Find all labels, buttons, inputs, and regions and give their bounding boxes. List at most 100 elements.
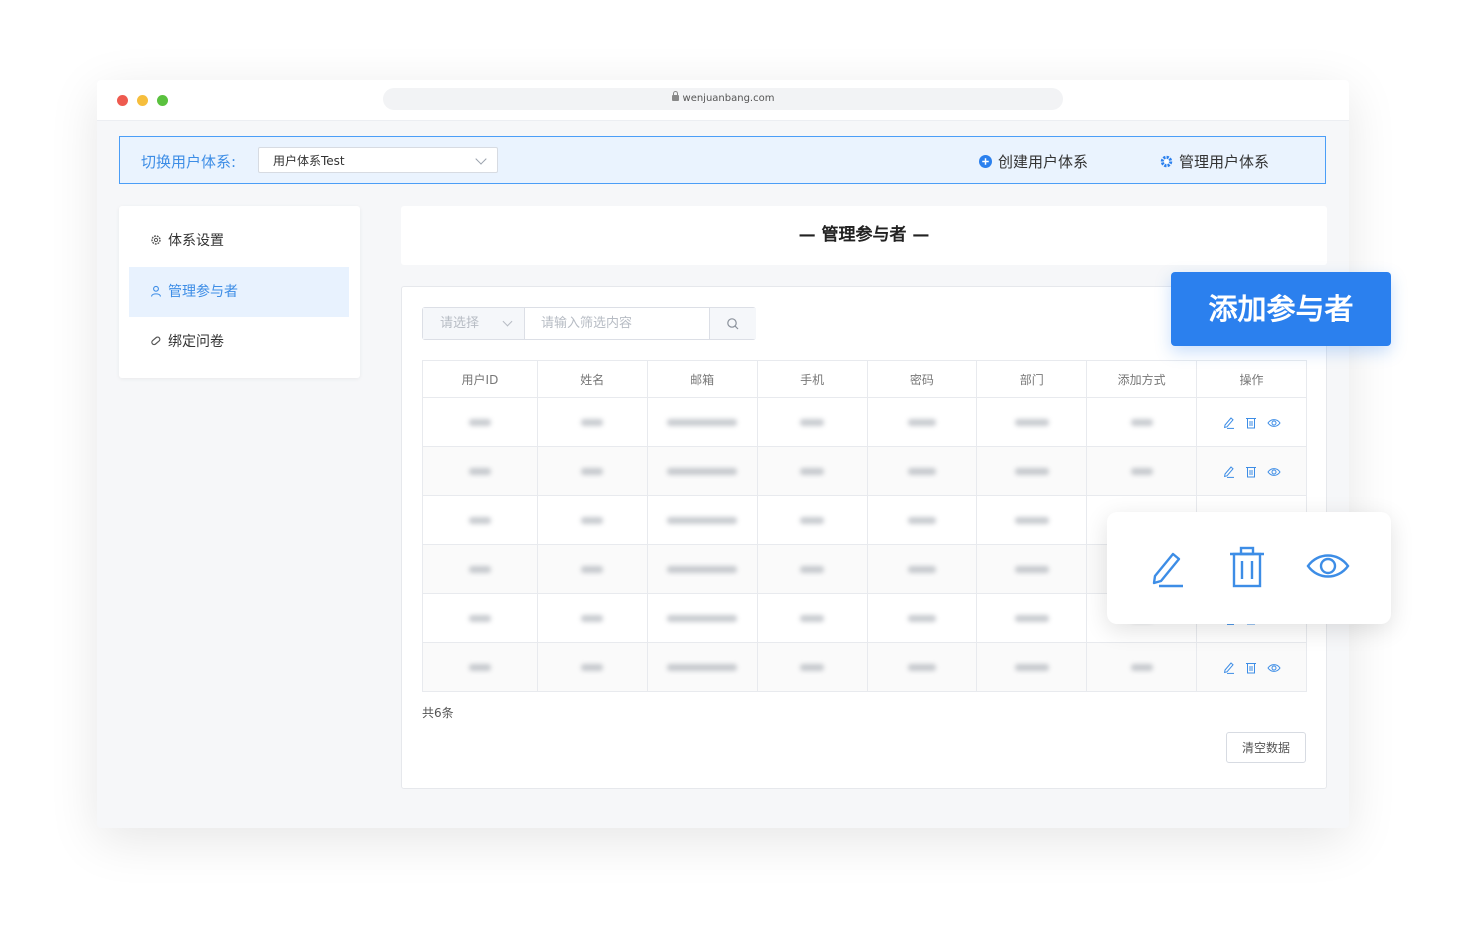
redacted-cell: [756, 544, 868, 594]
redacted-value: [800, 419, 825, 426]
redacted-cell: [646, 397, 758, 447]
redacted-value: [667, 517, 738, 524]
sidebar-item-label: 体系设置: [168, 233, 224, 249]
redacted-cell: [756, 495, 868, 545]
redacted-cell: [422, 397, 538, 447]
redacted-value: [468, 517, 491, 524]
row-actions: [1196, 397, 1307, 447]
redacted-cell: [646, 495, 758, 545]
search-button[interactable]: [709, 308, 756, 339]
redacted-value: [667, 664, 738, 671]
redacted-value: [1014, 664, 1049, 671]
user-icon: [150, 285, 162, 297]
redacted-value: [581, 566, 604, 573]
trash-icon[interactable]: [1245, 661, 1257, 674]
column-header[interactable]: 手机: [756, 360, 868, 398]
redacted-value: [468, 566, 491, 573]
trash-icon[interactable]: [1245, 416, 1257, 429]
redacted-value: [1130, 419, 1153, 426]
redacted-cell: [536, 446, 648, 496]
filter-field-select[interactable]: 请选择: [423, 308, 525, 339]
table-row: [422, 397, 1307, 447]
trash-icon[interactable]: [1245, 465, 1257, 478]
total-count: 共6条: [422, 706, 454, 720]
redacted-value: [1014, 615, 1049, 622]
redacted-value: [907, 468, 936, 475]
redacted-cell: [422, 593, 538, 643]
redacted-cell: [1086, 446, 1198, 496]
gear-icon: [151, 235, 161, 245]
redacted-cell: [976, 397, 1088, 447]
url-text: wenjuanbang.com: [682, 93, 775, 104]
sidebar-item-participants[interactable]: 管理参与者: [129, 267, 349, 317]
column-header[interactable]: 用户ID: [422, 360, 538, 398]
redacted-value: [1014, 517, 1049, 524]
redacted-value: [907, 566, 936, 573]
clear-data-button[interactable]: 清空数据: [1226, 732, 1306, 763]
column-header[interactable]: 邮箱: [646, 360, 758, 398]
filter-select-placeholder: 请选择: [440, 316, 480, 331]
system-select-value: 用户体系Test: [273, 154, 345, 168]
redacted-cell: [422, 642, 538, 692]
redacted-cell: [756, 593, 868, 643]
redacted-cell: [756, 397, 868, 447]
row-actions: [1196, 642, 1307, 692]
redacted-cell: [976, 495, 1088, 545]
redacted-cell: [866, 495, 978, 545]
trash-icon[interactable]: [1227, 546, 1267, 588]
redacted-value: [667, 468, 738, 475]
gear-icon: [1160, 155, 1173, 168]
redacted-value: [581, 664, 604, 671]
plus-circle-icon: [979, 155, 992, 168]
edit-icon[interactable]: [1147, 546, 1187, 588]
redacted-cell: [976, 593, 1088, 643]
manage-system-label: 管理用户体系: [1179, 153, 1270, 171]
redacted-cell: [756, 446, 868, 496]
redacted-value: [907, 615, 936, 622]
address-bar[interactable]: wenjuanbang.com: [383, 88, 1063, 110]
column-header[interactable]: 添加方式: [1086, 360, 1198, 398]
chevron-down-icon: [475, 153, 487, 165]
column-header[interactable]: 部门: [976, 360, 1088, 398]
redacted-value: [1014, 419, 1049, 426]
redacted-value: [1014, 566, 1049, 573]
close-window-dot[interactable]: [117, 95, 128, 106]
redacted-value: [667, 615, 738, 622]
paperclip-icon: [151, 336, 161, 346]
minimize-window-dot[interactable]: [137, 95, 148, 106]
edit-icon[interactable]: [1223, 416, 1235, 429]
redacted-value: [907, 664, 936, 671]
redacted-value: [800, 664, 825, 671]
create-system-button[interactable]: 创建用户体系: [979, 151, 1088, 172]
redacted-cell: [646, 446, 758, 496]
system-select[interactable]: 用户体系Test: [258, 147, 498, 173]
redacted-value: [667, 566, 738, 573]
eye-icon[interactable]: [1266, 417, 1281, 429]
redacted-cell: [976, 446, 1088, 496]
eye-icon[interactable]: [1266, 662, 1281, 674]
redacted-cell: [422, 544, 538, 594]
redacted-value: [800, 517, 825, 524]
edit-icon[interactable]: [1223, 465, 1235, 478]
sidebar-item-label: 绑定问卷: [168, 334, 224, 350]
maximize-window-dot[interactable]: [157, 95, 168, 106]
column-header[interactable]: 密码: [866, 360, 978, 398]
manage-system-button[interactable]: 管理用户体系: [1160, 151, 1269, 172]
redacted-cell: [866, 642, 978, 692]
sidebar-item-settings[interactable]: 体系设置: [129, 216, 349, 266]
eye-icon[interactable]: [1306, 546, 1350, 588]
add-participant-button[interactable]: 添加参与者: [1171, 272, 1391, 346]
sidebar-item-bind-survey[interactable]: 绑定问卷: [129, 317, 349, 367]
redacted-value: [667, 419, 738, 426]
redacted-value: [800, 566, 825, 573]
redacted-cell: [536, 544, 648, 594]
redacted-cell: [866, 397, 978, 447]
eye-icon[interactable]: [1266, 466, 1281, 478]
table-header-row: 用户ID 姓名 邮箱 手机 密码 部门 添加方式 操作: [422, 360, 1307, 398]
chevron-down-icon: [502, 316, 513, 327]
redacted-value: [1014, 468, 1049, 475]
filter-input[interactable]: 请输入筛选内容: [525, 308, 710, 339]
redacted-value: [581, 419, 604, 426]
edit-icon[interactable]: [1223, 661, 1235, 674]
column-header[interactable]: 姓名: [536, 360, 648, 398]
